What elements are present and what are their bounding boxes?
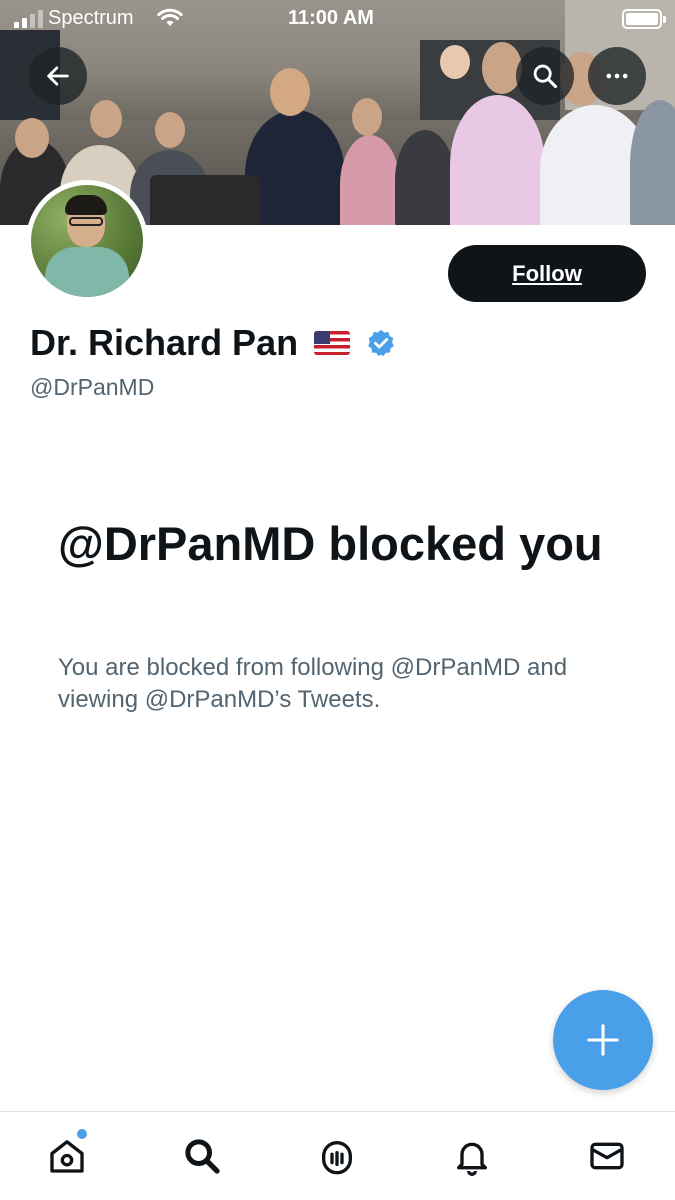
- nav-search[interactable]: [180, 1134, 224, 1178]
- status-bar: Spectrum 11:00 AM: [0, 0, 675, 38]
- signal-strength-icon: [14, 10, 43, 28]
- banner-person: [395, 130, 455, 225]
- spaces-icon: [322, 1141, 352, 1175]
- profile-handle: @DrPanMD: [30, 374, 155, 400]
- search-button[interactable]: [516, 47, 574, 105]
- nav-messages[interactable]: [585, 1134, 629, 1178]
- banner-person: [450, 95, 545, 225]
- us-flag-icon: [314, 331, 351, 355]
- more-button[interactable]: [588, 47, 646, 105]
- wifi-icon: [157, 8, 183, 26]
- search-icon: [533, 64, 558, 89]
- blocked-description: You are blocked from following @DrPanMD …: [58, 654, 568, 713]
- compose-tweet-button[interactable]: [553, 990, 653, 1090]
- banner-person: [340, 135, 400, 225]
- bottom-nav: [0, 1111, 675, 1200]
- banner-head: [90, 100, 122, 138]
- search-icon: [185, 1139, 220, 1174]
- banner-head: [352, 98, 382, 136]
- profile-avatar[interactable]: [26, 180, 148, 302]
- nav-notifications[interactable]: [450, 1134, 494, 1178]
- bell-icon: [457, 1142, 487, 1176]
- banner-head: [15, 118, 49, 158]
- nav-home[interactable]: [45, 1134, 89, 1178]
- plus-icon: [587, 1024, 619, 1056]
- banner-podium: [150, 175, 260, 225]
- nav-spaces[interactable]: [315, 1134, 359, 1178]
- mail-icon: [590, 1142, 624, 1170]
- arrow-left-icon: [47, 66, 69, 86]
- more-horizontal-icon: [606, 73, 628, 79]
- verified-badge-icon[interactable]: [366, 328, 396, 358]
- battery-icon: [622, 9, 666, 29]
- profile-name-row: Dr. Richard Pan: [30, 322, 396, 364]
- blocked-title: @DrPanMD blocked you: [58, 517, 603, 570]
- banner-head: [440, 45, 470, 79]
- back-button[interactable]: [29, 47, 87, 105]
- banner-head: [270, 68, 310, 116]
- clock: 11:00 AM: [288, 7, 374, 29]
- follow-button[interactable]: Follow: [448, 245, 646, 302]
- banner-head: [155, 112, 185, 148]
- notification-dot: [77, 1129, 87, 1139]
- display-name: Dr. Richard Pan: [30, 322, 299, 363]
- carrier-name: Spectrum: [48, 7, 134, 29]
- banner-person: [245, 110, 345, 225]
- home-icon: [50, 1140, 84, 1173]
